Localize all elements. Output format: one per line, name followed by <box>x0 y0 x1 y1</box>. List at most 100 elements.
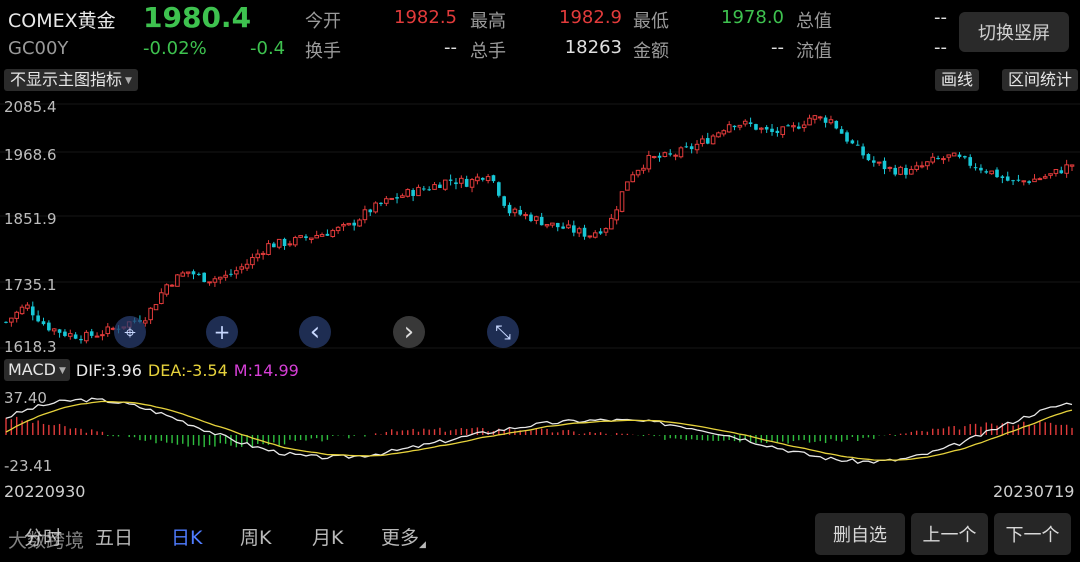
candle-body <box>287 243 293 246</box>
candle-body <box>325 233 330 236</box>
candle-body <box>51 328 57 332</box>
candle-body <box>850 140 855 144</box>
crosshair-icon[interactable]: ⌖ <box>114 316 146 348</box>
change-percent: -0.02% <box>143 38 207 59</box>
candle-body <box>984 171 989 173</box>
macd-axis-top: 37.40 <box>4 389 47 407</box>
macd-select-label: MACD <box>8 360 56 379</box>
candle-body <box>4 321 8 323</box>
candle-body <box>930 156 936 163</box>
candle-body <box>989 170 994 175</box>
candle-body <box>748 122 753 125</box>
macd-legend: MACD ▼ DIF:3.96 DEA:-3.54 M:14.99 <box>4 359 299 381</box>
chevron-right-icon[interactable]: › <box>393 316 425 348</box>
candle-body <box>619 191 625 212</box>
price-grid <box>0 103 1080 349</box>
candle-body <box>438 184 442 188</box>
candle-body <box>159 292 164 305</box>
candle-body <box>63 331 67 336</box>
remove-watchlist-button[interactable]: 删自选 <box>815 513 905 555</box>
dea-line <box>5 400 1073 461</box>
tab-monthly-k[interactable]: 月K <box>312 523 343 550</box>
corner-caret-icon: ◢ <box>419 540 426 550</box>
instrument-name: COMEX黄金 <box>8 10 116 32</box>
candle-body <box>217 276 223 280</box>
candle-body <box>459 177 464 184</box>
tab-daily-k[interactable]: 日K <box>171 523 202 550</box>
draw-line-button[interactable]: 画线 <box>935 69 980 91</box>
zoom-in-icon[interactable]: + <box>206 316 238 348</box>
macd-indicator-select[interactable]: MACD ▼ <box>4 359 70 381</box>
candle-body <box>673 154 678 157</box>
macd-m-value: M:14.99 <box>233 360 299 380</box>
candle-body <box>775 130 780 133</box>
candle-body <box>234 270 239 275</box>
candle-body <box>304 236 308 239</box>
candle-body <box>882 160 887 170</box>
candle-body <box>1005 176 1010 181</box>
candle-body <box>411 190 415 196</box>
candle-body <box>887 166 893 169</box>
switch-portrait-button[interactable]: 切换竖屏 <box>959 12 1069 52</box>
collapse-icon[interactable]: ⤡ <box>487 316 519 348</box>
candle-body <box>957 154 962 157</box>
candle-body <box>1069 164 1075 167</box>
chevron-left-icon[interactable]: ‹ <box>299 316 331 348</box>
period-tabs: 分时 五日 日K 周K 月K 更多◢ <box>0 512 800 558</box>
candle-body <box>89 331 94 336</box>
candle-body <box>185 271 191 274</box>
candle-body <box>352 222 356 226</box>
candle-body <box>710 135 716 145</box>
candle-body <box>346 222 352 226</box>
tab-weekly-k[interactable]: 周K <box>240 523 271 550</box>
candle-body <box>951 152 957 157</box>
next-button[interactable]: 下一个 <box>994 513 1071 555</box>
candlesticks <box>4 114 1075 344</box>
candle-body <box>427 189 431 191</box>
candle-body <box>845 132 849 142</box>
candle-body <box>389 197 394 200</box>
candle-body <box>742 120 748 125</box>
candle-body <box>250 257 255 266</box>
candle-body <box>544 224 550 227</box>
candle-body <box>614 209 619 221</box>
stat-label-total-value: 总值 <box>796 11 832 32</box>
candle-body <box>1027 181 1031 183</box>
candle-body <box>314 234 319 239</box>
tab-five-day[interactable]: 五日 <box>95 523 133 550</box>
candle-body <box>57 329 62 333</box>
candle-body <box>475 176 480 182</box>
price-axis-labels: 2085.4 1968.6 1851.9 1735.1 1618.3 <box>4 98 57 356</box>
tab-more[interactable]: 更多◢ <box>381 523 426 550</box>
last-price: 1980.4 <box>143 1 252 34</box>
range-stats-button[interactable]: 区间统计 <box>1002 69 1079 91</box>
candle-body <box>14 311 20 319</box>
previous-button[interactable]: 上一个 <box>911 513 988 555</box>
candle-body <box>1032 178 1037 183</box>
candle-body <box>153 304 159 311</box>
candle-body <box>41 321 46 325</box>
candle-body <box>1016 179 1021 181</box>
candle-body <box>904 167 908 175</box>
candle-body <box>963 156 967 158</box>
macd-chart: 37.40 -23.41 <box>4 389 1073 475</box>
candlestick-chart[interactable]: 2085.4 1968.6 1851.9 1735.1 1618.3 <box>0 94 1080 356</box>
candle-body <box>1021 180 1027 183</box>
candle-body <box>266 243 271 255</box>
watermark-text: 大数跨境 <box>8 530 85 552</box>
candle-body <box>100 334 105 337</box>
candle-body <box>36 315 40 322</box>
quote-header: COMEX黄金 1980.4 GC00Y -0.02% -0.4 今开 1982… <box>0 0 1080 66</box>
candle-body <box>73 334 78 339</box>
candle-body <box>529 214 533 222</box>
candle-body <box>812 115 818 120</box>
candle-body <box>625 181 630 191</box>
candle-body <box>876 161 882 164</box>
candle-body <box>260 252 266 255</box>
candle-body <box>603 228 609 233</box>
candle-body <box>576 228 582 234</box>
candle-body <box>94 335 100 338</box>
candle-body <box>946 154 952 158</box>
main-indicator-select[interactable]: 不显示主图指标 ▼ <box>4 69 138 91</box>
candle-body <box>855 144 860 146</box>
